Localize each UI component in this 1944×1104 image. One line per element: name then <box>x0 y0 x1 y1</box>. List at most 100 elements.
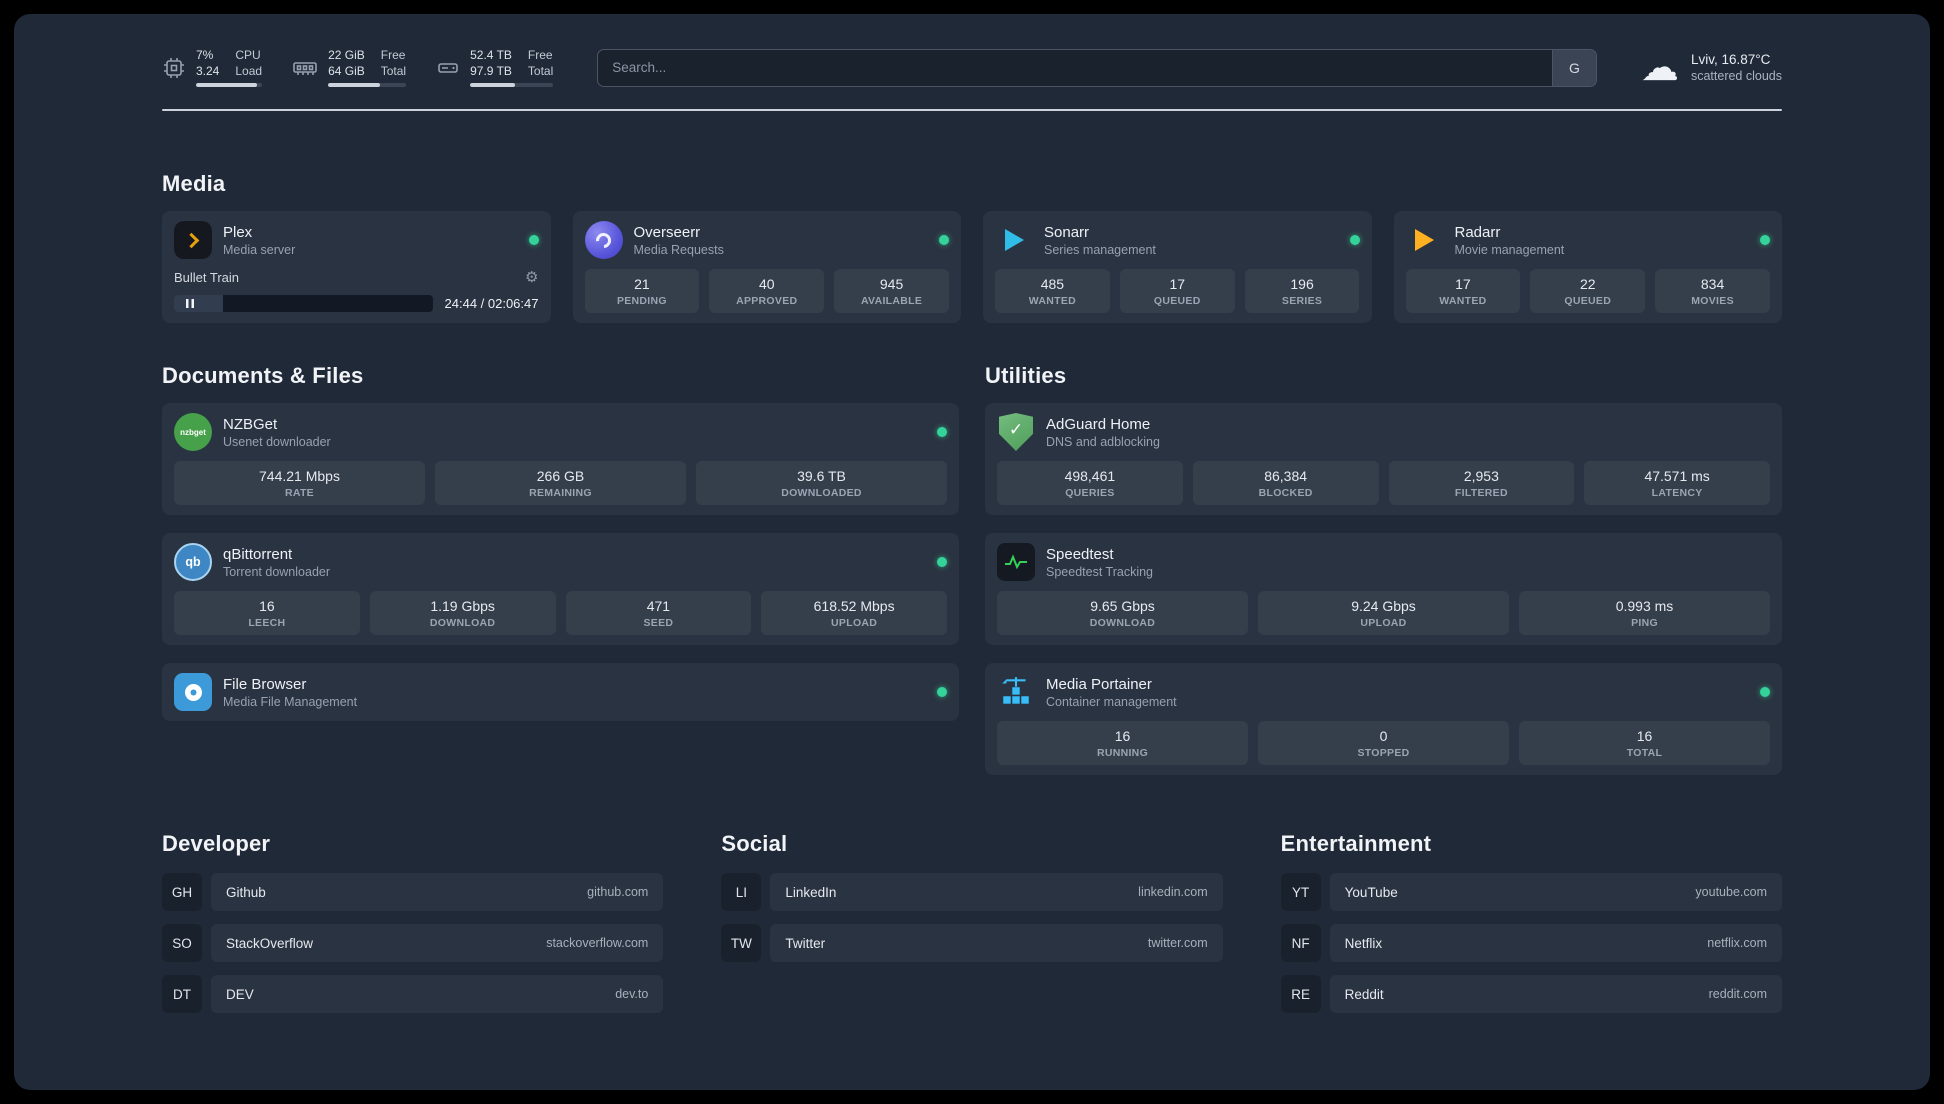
bookmark-url: dev.to <box>615 987 649 1001</box>
pause-icon[interactable] <box>177 298 203 310</box>
stat-tile: 22 QUEUED <box>1530 269 1646 313</box>
stat-tile: 17 QUEUED <box>1119 269 1235 313</box>
service-subtitle: DNS and adblocking <box>1046 434 1160 449</box>
service-name: File Browser <box>223 675 307 693</box>
speedtest-icon <box>997 543 1035 581</box>
bookmark-netflix[interactable]: NF Netflix netflix.com <box>1280 924 1782 962</box>
search-provider-button[interactable]: G <box>1551 49 1596 86</box>
disk-total-value: 97.9 TB <box>470 64 512 78</box>
service-name: Overseerr <box>633 223 701 241</box>
stat-value: 0 <box>1379 728 1388 744</box>
bookmark-name: Reddit <box>1344 986 1384 1002</box>
search-bar: G <box>597 48 1597 87</box>
bookmark-twitter[interactable]: TW Twitter twitter.com <box>721 924 1223 962</box>
disk-free-value: 52.4 TB <box>470 48 512 62</box>
stat-value: 485 <box>1040 276 1065 292</box>
status-dot-online <box>1349 235 1360 245</box>
bookmark-dev[interactable]: DT DEV dev.to <box>162 975 664 1013</box>
stat-label: WANTED <box>1439 295 1487 307</box>
stat-value: 744.21 Mbps <box>259 468 340 484</box>
disk-free-label: Free <box>527 48 553 62</box>
bookmark-name: Github <box>226 884 266 900</box>
stat-value: 40 <box>758 276 775 292</box>
cpu-stats-widget: 7% 3.24 CPU Load <box>162 48 263 87</box>
stat-value: 9.24 Gbps <box>1351 598 1416 614</box>
stat-label: SEED <box>643 617 674 629</box>
section-documents: Documents & Files nzbget NZBGet Usenet d… <box>162 363 959 775</box>
nzbget-card[interactable]: nzbget NZBGet Usenet downloader 744.21 M… <box>162 403 959 515</box>
stat-value: 16 <box>1114 728 1131 744</box>
now-playing-title: Bullet Train <box>174 270 240 285</box>
stat-value: 2,953 <box>1463 468 1499 484</box>
bookmark-abbr: DT <box>162 975 202 1013</box>
playback-progress-bar[interactable] <box>174 295 433 312</box>
stat-label: REMAINING <box>529 487 592 499</box>
bookmark-abbr: NF <box>1280 924 1321 962</box>
adguard-card[interactable]: AdGuard Home DNS and adblocking 498,461 … <box>985 403 1782 515</box>
top-bar: 7% 3.24 CPU Load 22 GiB 64 GiB Free Tota… <box>162 48 1782 87</box>
section-utilities: Utilities AdGuard Home DNS and adblockin… <box>985 363 1782 775</box>
bookmark-stackoverflow[interactable]: SO StackOverflow stackoverflow.com <box>162 924 664 962</box>
plex-card[interactable]: Plex Media server Bullet Train ⚙ 24:44 /… <box>162 211 551 323</box>
bookmark-github[interactable]: GH Github github.com <box>162 873 664 911</box>
bookmark-name: LinkedIn <box>785 884 837 900</box>
section-media: Media Plex Media server Bullet Train ⚙ 2… <box>162 171 1782 323</box>
topbar-divider <box>162 109 1782 111</box>
stat-value: 266 GB <box>536 468 585 484</box>
bookmark-name: Netflix <box>1344 935 1383 951</box>
memory-stats-widget: 22 GiB 64 GiB Free Total <box>292 48 407 87</box>
disk-usage-bar <box>470 83 554 87</box>
section-title-entertainment: Entertainment <box>1280 831 1432 856</box>
status-dot-online <box>528 235 539 245</box>
status-dot-online <box>939 235 949 245</box>
stat-value: 1.19 Gbps <box>430 598 495 614</box>
stat-tile: 17 WANTED <box>1405 269 1521 313</box>
cpu-usage-bar <box>196 83 263 87</box>
service-name: AdGuard Home <box>1046 415 1151 433</box>
qbittorrent-card[interactable]: qb qBittorrent Torrent downloader 16 LEE… <box>162 533 959 645</box>
bookmark-reddit[interactable]: RE Reddit reddit.com <box>1280 975 1782 1013</box>
stat-tile: 16 RUNNING <box>997 721 1248 765</box>
stat-label: APPROVED <box>736 295 798 307</box>
stat-tile: 2,953 FILTERED <box>1388 461 1575 505</box>
status-dot-online <box>1760 687 1770 697</box>
bookmark-group-developer: Developer GH Github github.com SO StackO… <box>162 831 664 1013</box>
radarr-card[interactable]: Radarr Movie management 17 WANTED 22 QUE… <box>1393 211 1782 323</box>
stat-tile: 16 LEECH <box>174 591 360 635</box>
speedtest-card[interactable]: Speedtest Speedtest Tracking 9.65 Gbps D… <box>985 533 1782 645</box>
bookmark-abbr: YT <box>1280 873 1321 911</box>
bookmark-youtube[interactable]: YT YouTube youtube.com <box>1280 873 1782 911</box>
gear-icon[interactable] <box>525 268 538 287</box>
stat-value: 196 <box>1290 276 1314 292</box>
service-name: Media Portainer <box>1046 675 1152 693</box>
search-input[interactable] <box>598 49 1552 86</box>
memory-free-value: 22 GiB <box>328 48 365 62</box>
bookmark-url: reddit.com <box>1708 987 1767 1001</box>
plex-icon <box>174 221 212 259</box>
stat-label: WANTED <box>1028 295 1077 307</box>
bookmark-linkedin[interactable]: LI LinkedIn linkedin.com <box>721 873 1223 911</box>
stat-tile: 834 MOVIES <box>1655 269 1770 313</box>
cpu-load-value: 3.24 <box>196 64 220 78</box>
stat-value: 471 <box>646 598 671 614</box>
stat-label: FILTERED <box>1454 487 1508 499</box>
filebrowser-card[interactable]: File Browser Media File Management <box>162 663 959 721</box>
stat-tile: 196 SERIES <box>1244 269 1360 313</box>
service-subtitle: Movie management <box>1454 242 1565 257</box>
bookmark-abbr: GH <box>162 873 202 911</box>
status-dot-online <box>937 687 947 697</box>
disk-total-label: Total <box>527 64 554 78</box>
overseerr-card[interactable]: Overseerr Media Requests 21 PENDING 40 A… <box>572 211 961 323</box>
filebrowser-icon <box>174 673 212 711</box>
portainer-card[interactable]: Media Portainer Container management 16 … <box>985 663 1782 775</box>
stat-tile: 618.52 Mbps UPLOAD <box>761 591 947 635</box>
weather-widget[interactable]: Lviv, 16.87°C scattered clouds <box>1641 49 1782 87</box>
stat-value: 22 <box>1579 276 1596 292</box>
sonarr-card[interactable]: Sonarr Series management 485 WANTED 17 Q… <box>983 211 1372 323</box>
stat-label: QUERIES <box>1065 487 1115 499</box>
stat-value: 834 <box>1700 276 1725 292</box>
stat-tile: 40 APPROVED <box>709 269 825 313</box>
stat-label: BLOCKED <box>1258 487 1313 499</box>
stat-label: LEECH <box>248 617 286 629</box>
memory-icon <box>292 56 318 80</box>
